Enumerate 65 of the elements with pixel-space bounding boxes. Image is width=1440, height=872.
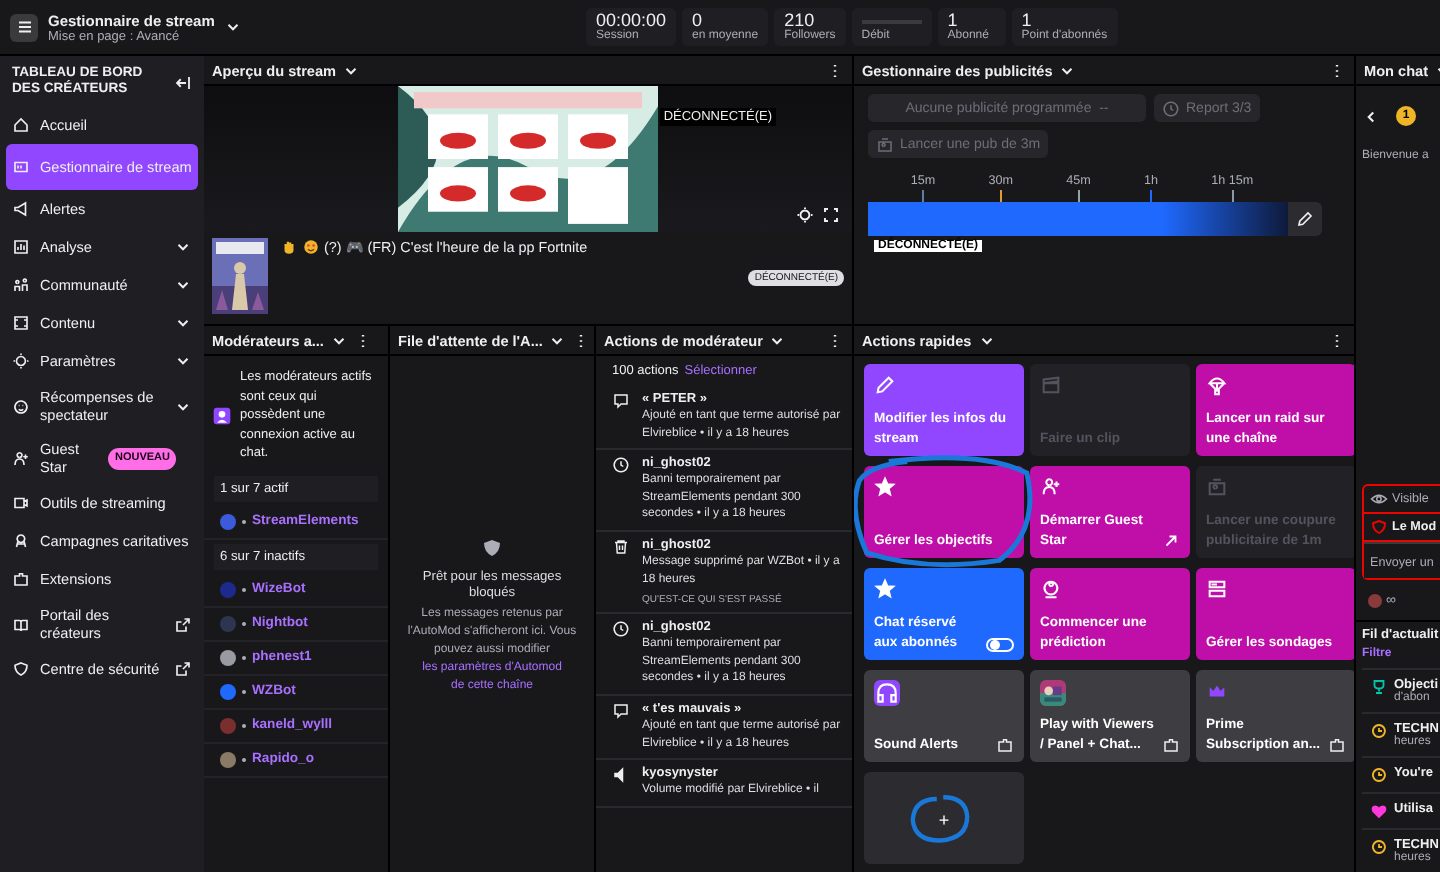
shield-icon bbox=[1370, 518, 1388, 536]
puzzle-icon bbox=[12, 570, 30, 588]
puzzle-icon bbox=[996, 736, 1014, 754]
collapse-icon[interactable] bbox=[174, 73, 192, 91]
stat-value: 0 bbox=[692, 12, 705, 30]
headphones-logo bbox=[874, 680, 900, 706]
moderator-icon bbox=[212, 405, 232, 426]
chevron-icon bbox=[174, 314, 192, 332]
ribbon-icon bbox=[12, 532, 30, 550]
stream-icon bbox=[12, 158, 30, 176]
add-tile-button[interactable]: + bbox=[864, 772, 1024, 864]
tv-icon bbox=[1206, 476, 1228, 498]
film-icon bbox=[12, 314, 30, 332]
stat-value: 1 bbox=[947, 12, 958, 30]
settings-icon[interactable] bbox=[796, 206, 814, 224]
puzzle-icon bbox=[1328, 736, 1346, 754]
parachute-icon bbox=[1206, 374, 1228, 396]
clock-icon bbox=[1370, 838, 1388, 856]
megaphone-icon bbox=[12, 200, 30, 218]
clock-icon bbox=[612, 456, 630, 475]
chevron-down-icon[interactable] bbox=[224, 18, 243, 36]
trophy-icon bbox=[1370, 678, 1388, 696]
star-icon bbox=[874, 578, 896, 600]
eye-icon bbox=[1370, 490, 1388, 508]
crown-icon bbox=[1206, 680, 1228, 702]
heart-icon bbox=[1370, 802, 1388, 820]
star-icon bbox=[874, 476, 896, 498]
clock-icon bbox=[612, 620, 630, 639]
person-icon bbox=[1040, 476, 1062, 498]
clock-icon bbox=[1370, 766, 1388, 784]
menu-button[interactable] bbox=[10, 13, 38, 41]
home-icon bbox=[12, 116, 30, 134]
hand-icon bbox=[280, 238, 298, 256]
poll-icon bbox=[1206, 578, 1228, 600]
chat-bubble-icon bbox=[612, 392, 630, 410]
fullscreen-icon[interactable] bbox=[822, 206, 840, 224]
avatar bbox=[1368, 594, 1382, 608]
camera-icon bbox=[12, 494, 30, 512]
stat-value: 00:00:00 bbox=[596, 12, 667, 30]
clapper-icon bbox=[1040, 374, 1062, 396]
chevron-icon bbox=[174, 276, 192, 294]
people-icon bbox=[12, 276, 30, 294]
pencil-icon bbox=[874, 374, 896, 396]
stat-value: 1 bbox=[1021, 12, 1032, 30]
shield-icon bbox=[12, 660, 30, 678]
chevron-icon bbox=[174, 352, 192, 370]
chevron-icon bbox=[174, 238, 192, 256]
chat-bubble-icon bbox=[612, 701, 630, 720]
back-icon[interactable] bbox=[1362, 107, 1380, 125]
pencil-icon bbox=[1296, 210, 1314, 228]
edit-button[interactable] bbox=[1288, 202, 1322, 236]
chart-icon bbox=[12, 238, 30, 256]
webcam-icon bbox=[1040, 578, 1062, 600]
clock-icon bbox=[1162, 99, 1180, 117]
toggle-switch[interactable] bbox=[986, 638, 1014, 652]
smiley-icon bbox=[302, 238, 320, 256]
trash-icon bbox=[612, 537, 630, 556]
clock-icon bbox=[1370, 722, 1388, 740]
stat-value: 210 bbox=[784, 12, 815, 30]
tv-icon bbox=[876, 135, 894, 153]
gear-icon bbox=[12, 352, 30, 370]
puzzle-icon bbox=[1162, 736, 1180, 754]
menu-icon bbox=[15, 18, 33, 36]
book-icon bbox=[12, 615, 30, 633]
person-icon bbox=[12, 449, 30, 467]
